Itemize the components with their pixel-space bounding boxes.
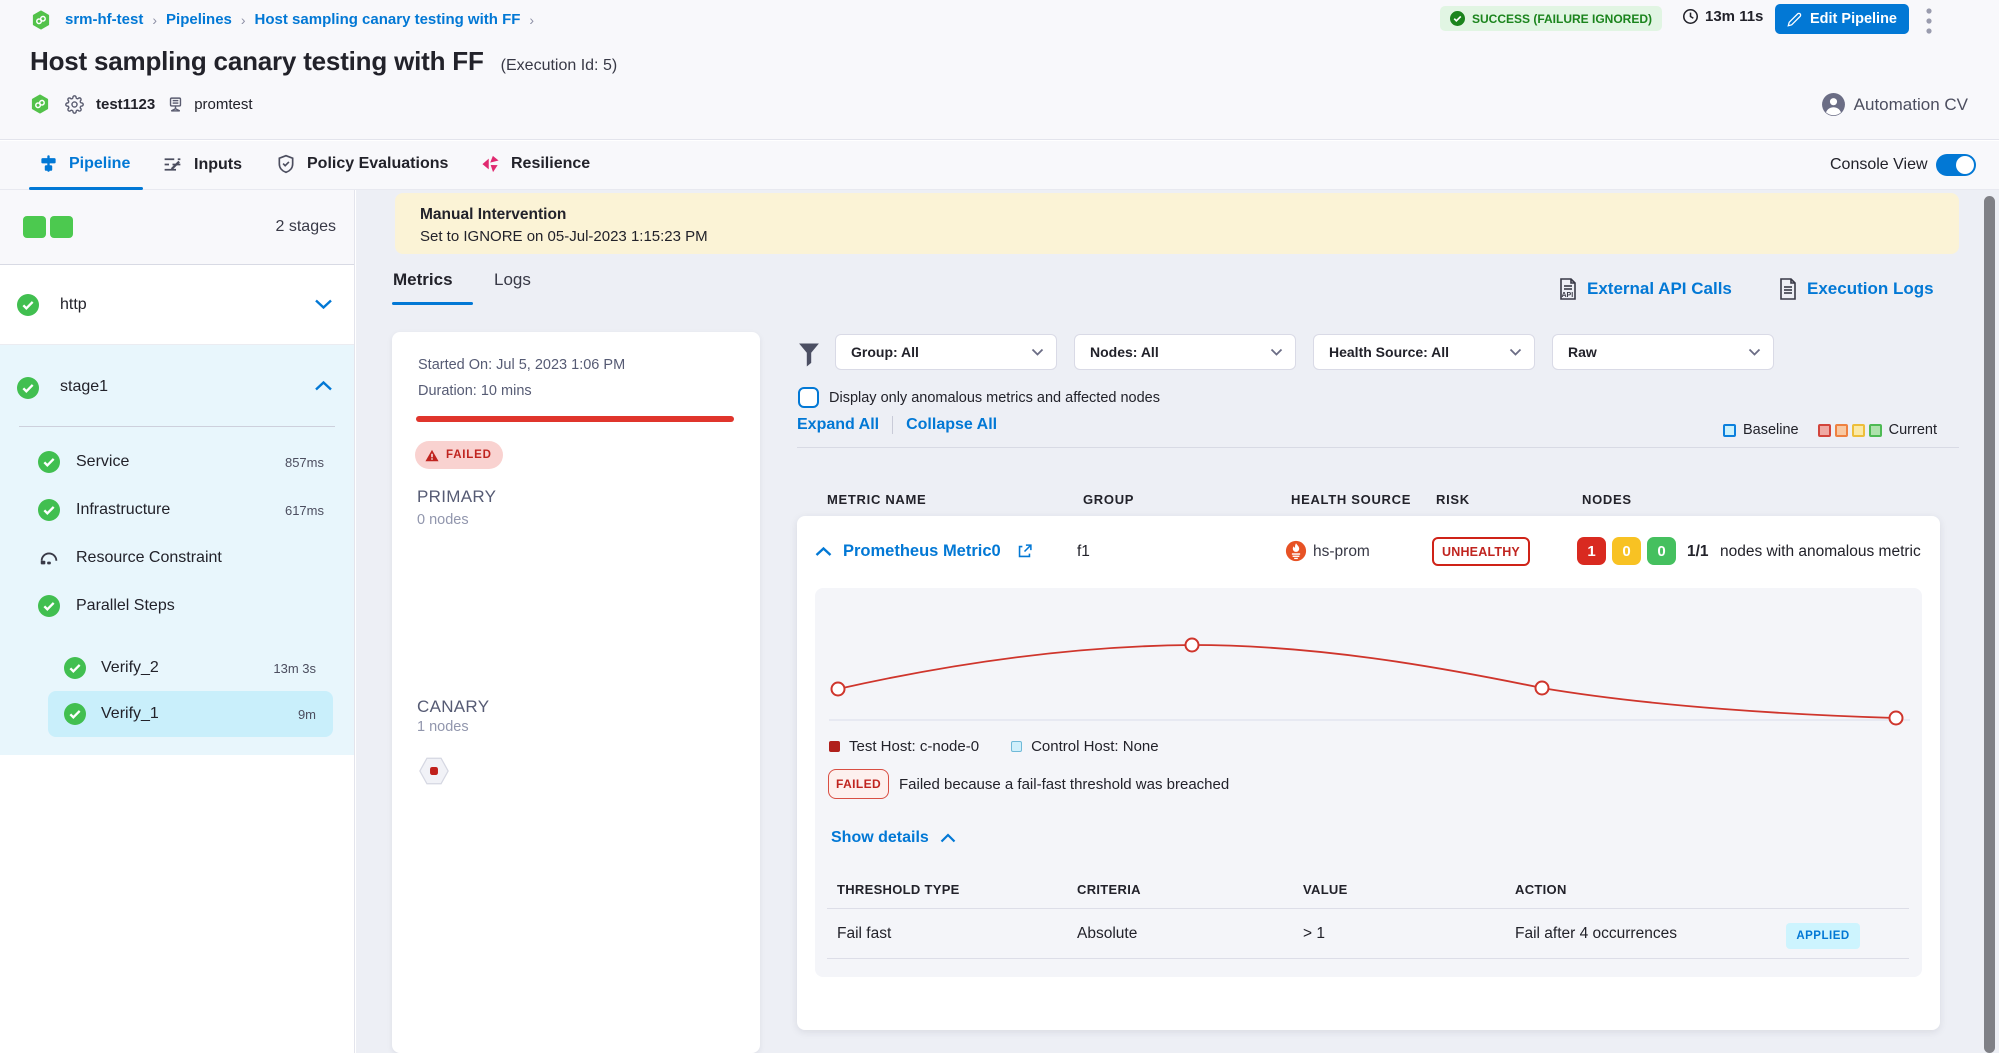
svg-text:API: API (1562, 292, 1574, 299)
